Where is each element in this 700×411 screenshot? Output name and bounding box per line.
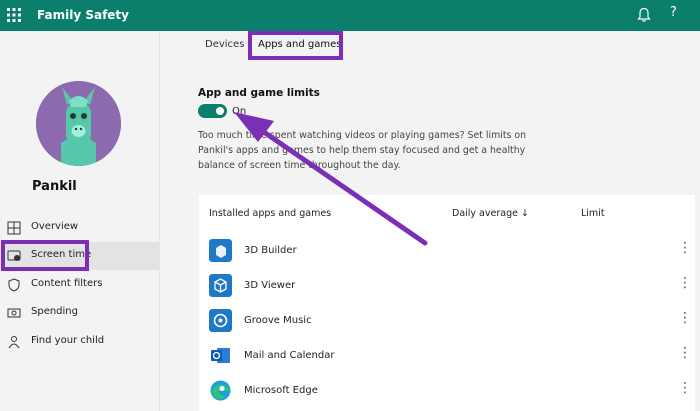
column-header-daily-average[interactable]: Daily average xyxy=(452,208,518,219)
app-name: 3D Viewer xyxy=(244,280,296,291)
overview-icon xyxy=(7,221,21,235)
3d-viewer-icon xyxy=(209,274,232,297)
table-row[interactable]: Groove Music ⋮ xyxy=(199,303,695,338)
sidebar: Pankil Overview Screen time Content filt… xyxy=(0,31,160,411)
sidebar-item-label: Content filters xyxy=(31,278,103,289)
more-options-icon[interactable]: ⋮ xyxy=(678,381,692,395)
sidebar-item-label: Overview xyxy=(31,221,79,232)
app-title: Family Safety xyxy=(37,8,129,22)
top-bar: Family Safety ? xyxy=(0,0,700,31)
app-name: 3D Builder xyxy=(244,245,297,256)
more-options-icon[interactable]: ⋮ xyxy=(678,276,692,290)
more-options-icon[interactable]: ⋮ xyxy=(678,346,692,360)
main-content: Devices Apps and games App and game limi… xyxy=(160,31,700,411)
person-pin-icon xyxy=(8,336,20,349)
more-options-icon[interactable]: ⋮ xyxy=(678,241,692,255)
sidebar-item-overview[interactable]: Overview xyxy=(0,214,159,242)
toggle-state-label: On xyxy=(232,106,247,117)
child-name: Pankil xyxy=(32,179,77,194)
highlight-box-screen-time xyxy=(1,240,89,271)
sidebar-item-content-filters[interactable]: Content filters xyxy=(0,271,159,299)
table-row[interactable]: 3D Builder ⋮ xyxy=(199,233,695,268)
money-icon xyxy=(7,308,21,318)
app-name: Mail and Calendar xyxy=(244,350,335,361)
highlight-box-tab xyxy=(248,31,343,60)
sidebar-item-spending[interactable]: Spending xyxy=(0,299,159,327)
column-header-limit: Limit xyxy=(581,208,605,219)
tab-devices[interactable]: Devices xyxy=(205,39,244,50)
3d-builder-icon xyxy=(209,239,232,262)
column-header-apps: Installed apps and games xyxy=(209,208,332,219)
shield-icon xyxy=(8,278,20,292)
section-title: App and game limits xyxy=(198,87,320,99)
limits-description: Too much time spent watching videos or p… xyxy=(198,130,527,171)
apps-table: Installed apps and games Daily average ↓… xyxy=(199,195,695,411)
mail-calendar-icon xyxy=(209,344,232,367)
app-name: Microsoft Edge xyxy=(244,385,318,396)
groove-music-icon xyxy=(209,309,232,332)
table-row[interactable]: Mail and Calendar ⋮ xyxy=(199,338,695,373)
limits-toggle[interactable] xyxy=(198,104,227,118)
sidebar-item-find-your-child[interactable]: Find your child xyxy=(0,328,159,356)
sort-down-icon[interactable]: ↓ xyxy=(521,208,529,219)
help-icon[interactable]: ? xyxy=(670,5,677,20)
more-options-icon[interactable]: ⋮ xyxy=(678,311,692,325)
toggle-knob xyxy=(216,107,224,115)
bell-icon[interactable] xyxy=(637,7,651,23)
app-launcher-icon[interactable] xyxy=(7,8,21,22)
table-row[interactable]: 3D Viewer ⋮ xyxy=(199,268,695,303)
app-name: Groove Music xyxy=(244,315,312,326)
llama-avatar-icon xyxy=(36,81,121,166)
sidebar-item-label: Spending xyxy=(31,306,78,317)
sidebar-item-label: Find your child xyxy=(31,335,105,346)
avatar xyxy=(36,81,121,166)
table-row[interactable]: Microsoft Edge ⋮ xyxy=(199,373,695,408)
edge-icon xyxy=(210,380,231,401)
